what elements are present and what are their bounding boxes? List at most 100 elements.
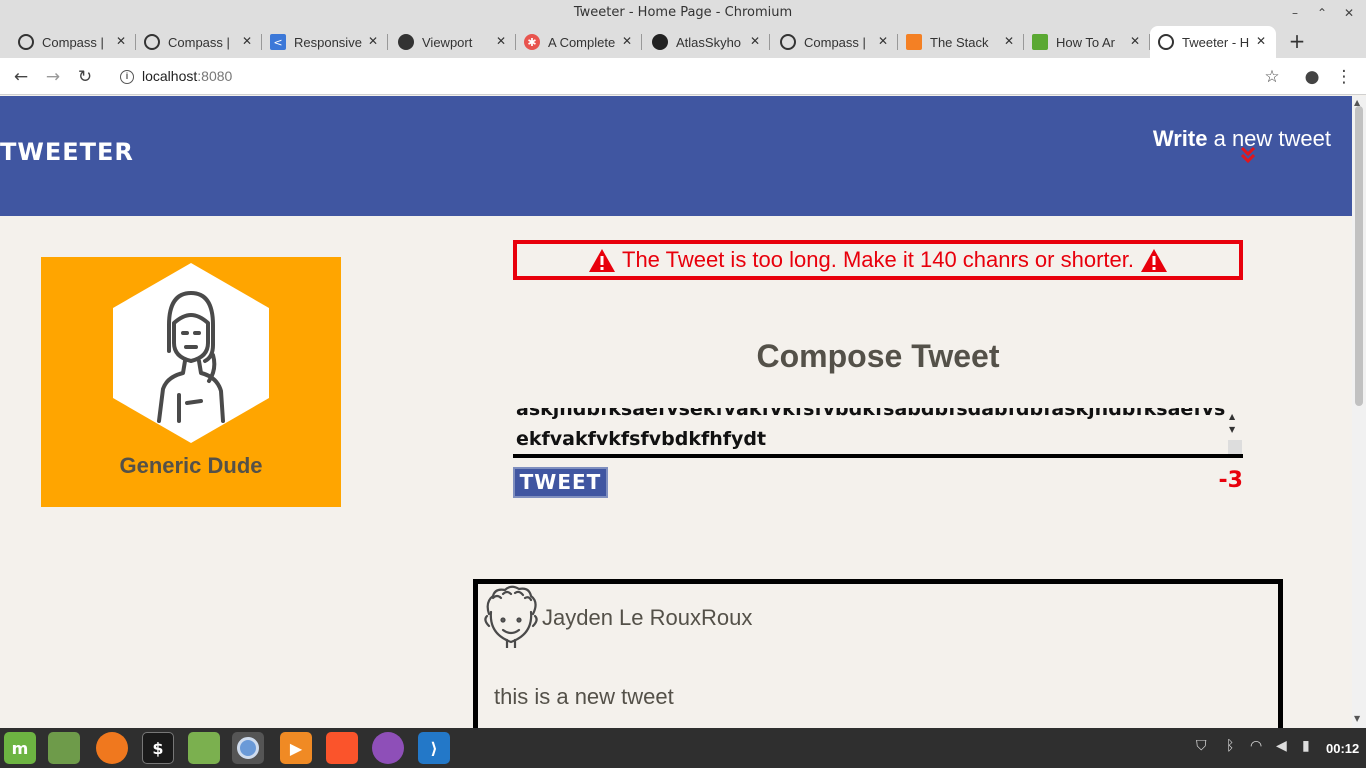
browser-toolbar: ← → ↻ i localhost:8080 ☆ ● ⋮ (0, 58, 1366, 95)
restore-icon[interactable]: ⌃ (1311, 0, 1333, 26)
globe-icon (144, 34, 160, 50)
tweet-body: this is a new tweet (494, 684, 674, 709)
shield-icon[interactable]: ⛉ (1196, 738, 1207, 754)
url-port: :8080 (197, 68, 233, 84)
clock[interactable]: 00:12 (1326, 741, 1359, 756)
tab-close-icon[interactable]: ✕ (1256, 34, 1266, 48)
tab-label: Tweeter - H (1182, 34, 1250, 50)
bluetooth-icon[interactable]: ᛒ (1226, 738, 1234, 754)
menu-kebab-icon[interactable]: ⋮ (1331, 64, 1357, 90)
wifi-icon[interactable]: ◠ (1250, 738, 1262, 754)
tab-label: How To Ar (1056, 34, 1116, 50)
compose-title: Compose Tweet (756, 338, 1000, 374)
github-icon (652, 34, 668, 50)
textarea-scroll-up-icon[interactable]: ▲ (1229, 412, 1235, 421)
tab-label: Compass | (804, 34, 866, 50)
globe-icon (18, 34, 34, 50)
battery-icon[interactable]: ▮ (1302, 738, 1310, 754)
tab-viewport[interactable]: Viewport ✕ (390, 26, 516, 58)
tab-label: Compass | (168, 34, 230, 50)
tab-howto[interactable]: How To Ar ✕ (1024, 26, 1150, 58)
tab-label: AtlasSkyho (676, 34, 742, 50)
tab-a-complete[interactable]: ✱ A Complete ✕ (516, 26, 642, 58)
star-burst-icon: ✱ (524, 34, 540, 50)
tweet-text-line-1: askjndbfksaefvsekfvakfvkfsfvbdkfsabdbfsd… (516, 408, 1226, 420)
tab-close-icon[interactable]: ✕ (496, 34, 506, 48)
textarea-resize-handle[interactable] (1228, 440, 1242, 454)
tab-close-icon[interactable]: ✕ (1004, 34, 1014, 48)
address-bar[interactable]: i localhost:8080 (112, 62, 1292, 91)
tab-close-icon[interactable]: ✕ (242, 34, 252, 48)
tab-label: Compass | (42, 34, 104, 50)
minimize-icon[interactable]: – (1284, 0, 1306, 26)
tab-label: The Stack (930, 34, 989, 50)
tab-compass-1[interactable]: Compass | ✕ (10, 26, 136, 58)
tab-github[interactable]: AtlasSkyho ✕ (644, 26, 770, 58)
tab-strip: Compass | ✕ Compass | ✕ < Responsive ✕ V… (0, 26, 1366, 58)
scroll-down-icon[interactable]: ▼ (1354, 714, 1360, 723)
reload-icon[interactable]: ↻ (72, 64, 98, 90)
tab-close-icon[interactable]: ✕ (750, 34, 760, 48)
nav-write-rest: a new tweet (1207, 126, 1331, 151)
warning-icon (589, 248, 615, 272)
tweet-button[interactable]: TWEET (513, 467, 608, 498)
firefox-icon[interactable] (96, 732, 128, 764)
site-header: TWEETER Write a new tweet (0, 96, 1352, 216)
new-tab-button[interactable]: + (1284, 26, 1310, 58)
tweet-text-line-2: ekfvakfvkfsfvbdkfhfydt (516, 428, 767, 450)
globe-icon (1158, 34, 1174, 50)
responsive-icon: < (270, 34, 286, 50)
double-chevron-down-icon[interactable] (1240, 146, 1256, 164)
avatar-girl-icon (157, 291, 225, 423)
window-titlebar: Tweeter - Home Page - Chromium – ⌃ ✕ (0, 0, 1366, 26)
tab-close-icon[interactable]: ✕ (368, 34, 378, 48)
files-icon[interactable] (188, 732, 220, 764)
error-message: The Tweet is too long. Make it 140 chanr… (513, 240, 1243, 280)
tab-label: Responsive (294, 34, 362, 50)
media-player-icon[interactable]: ▶ (280, 732, 312, 764)
tab-label: A Complete (548, 34, 616, 50)
chromium-icon[interactable] (232, 732, 264, 764)
tab-compass-3[interactable]: Compass | ✕ (772, 26, 898, 58)
character-counter: -3 (1218, 468, 1243, 493)
web-page: TWEETER Write a new tweet Generic Dude T… (0, 96, 1352, 728)
window-title: Tweeter - Home Page - Chromium (573, 5, 793, 20)
bookmark-star-icon[interactable]: ☆ (1259, 64, 1285, 90)
page-scrollbar[interactable]: ▲ ▼ (1352, 96, 1366, 728)
back-icon[interactable]: ← (8, 64, 34, 90)
scrollbar-thumb[interactable] (1355, 106, 1363, 406)
tab-compass-2[interactable]: Compass | ✕ (136, 26, 262, 58)
tweet-author: Jayden Le RouxRoux (542, 605, 753, 630)
howto-icon (1032, 34, 1048, 50)
profile-name: Generic Dude (119, 453, 263, 478)
tab-close-icon[interactable]: ✕ (878, 34, 888, 48)
profile-icon[interactable]: ● (1299, 64, 1325, 90)
site-logo[interactable]: TWEETER (0, 138, 134, 166)
viewport-icon (398, 34, 414, 50)
podcasts-icon[interactable] (372, 732, 404, 764)
tab-tweeter[interactable]: Tweeter - H ✕ (1150, 26, 1276, 58)
volume-icon[interactable]: ◀ (1276, 738, 1287, 754)
site-info-icon[interactable]: i (120, 70, 134, 85)
nav-write-bold: Write (1152, 126, 1208, 151)
brave-icon[interactable] (326, 732, 358, 764)
terminal-icon[interactable]: $ (142, 732, 174, 764)
tab-close-icon[interactable]: ✕ (1130, 34, 1140, 48)
tab-stack[interactable]: The Stack ✕ (898, 26, 1024, 58)
textarea-scroll-down-icon[interactable]: ▼ (1229, 425, 1235, 434)
vscode-icon[interactable]: ⟩ (418, 732, 450, 764)
tab-responsive[interactable]: < Responsive ✕ (262, 26, 388, 58)
tweet-textarea[interactable]: askjndbfksaefvsekfvakfvkfsfvbdkfsabdbfsd… (513, 408, 1243, 458)
tab-close-icon[interactable]: ✕ (116, 34, 126, 48)
stack-icon (906, 34, 922, 50)
profile-card: Generic Dude (41, 257, 341, 507)
error-text: The Tweet is too long. Make it 140 chanr… (622, 247, 1134, 272)
tab-label: Viewport (422, 34, 473, 50)
warning-icon (1140, 248, 1167, 272)
avatar-curly-hair-icon (484, 585, 538, 648)
forward-icon[interactable]: → (40, 64, 66, 90)
close-window-icon[interactable]: ✕ (1338, 0, 1360, 26)
desktop-icon[interactable] (48, 732, 80, 764)
tab-close-icon[interactable]: ✕ (622, 34, 632, 48)
mint-menu-icon[interactable]: m (4, 732, 36, 764)
